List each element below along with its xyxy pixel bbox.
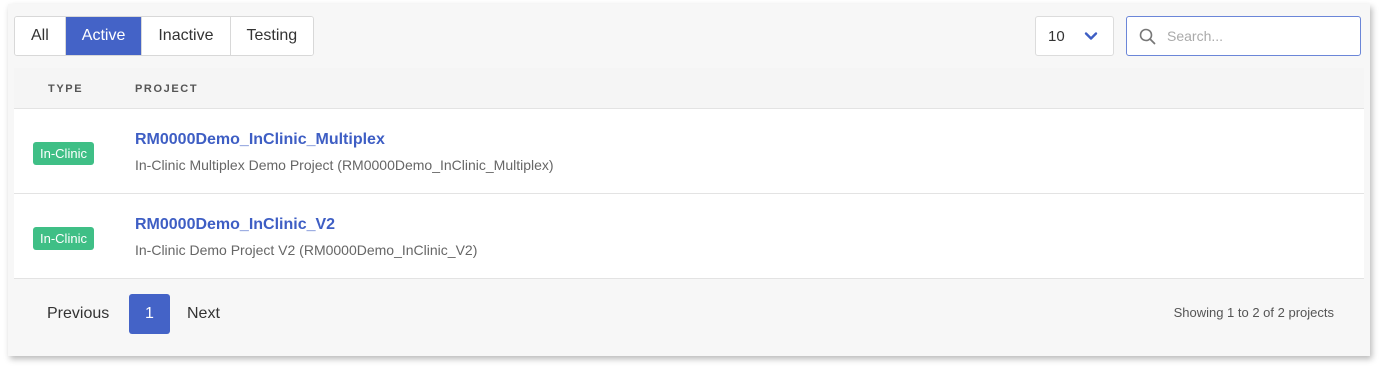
- status-filter-group: All Active Inactive Testing: [14, 16, 315, 56]
- filter-all-button[interactable]: All: [15, 17, 66, 55]
- table-footer: Previous 1 Next Showing 1 to 2 of 2 proj…: [14, 280, 1364, 350]
- project-description: In-Clinic Multiplex Demo Project (RM0000…: [135, 157, 554, 173]
- filter-testing-button[interactable]: Testing: [230, 17, 314, 55]
- search-field[interactable]: [1126, 16, 1361, 56]
- project-title-link[interactable]: RM0000Demo_InClinic_V2: [135, 216, 335, 234]
- page-size-select[interactable]: 10: [1035, 16, 1114, 56]
- project-description: In-Clinic Demo Project V2 (RM0000Demo_In…: [135, 242, 478, 258]
- page-size-value: 10: [1048, 27, 1065, 45]
- column-header-project[interactable]: PROJECT: [135, 83, 198, 95]
- filter-active-button[interactable]: Active: [65, 17, 143, 55]
- table-row: In-Clinic RM0000Demo_InClinic_Multiplex …: [14, 109, 1364, 194]
- projects-panel: All Active Inactive Testing 10 TYPE PROJ…: [8, 4, 1370, 356]
- column-header-type[interactable]: TYPE: [48, 83, 83, 95]
- results-summary: Showing 1 to 2 of 2 projects: [1173, 305, 1334, 320]
- type-badge: In-Clinic: [33, 142, 94, 165]
- type-badge: In-Clinic: [33, 227, 94, 250]
- filter-inactive-button[interactable]: Inactive: [142, 17, 231, 55]
- current-page-button[interactable]: 1: [129, 294, 170, 334]
- next-page-button[interactable]: Next: [187, 294, 220, 334]
- table-header: TYPE PROJECT: [14, 68, 1364, 109]
- table-row: In-Clinic RM0000Demo_InClinic_V2 In-Clin…: [14, 194, 1364, 279]
- search-icon: [1139, 28, 1156, 45]
- project-title-link[interactable]: RM0000Demo_InClinic_Multiplex: [135, 131, 385, 149]
- previous-page-button[interactable]: Previous: [47, 294, 109, 334]
- search-input[interactable]: [1167, 28, 1347, 44]
- chevron-down-icon: [1084, 32, 1098, 40]
